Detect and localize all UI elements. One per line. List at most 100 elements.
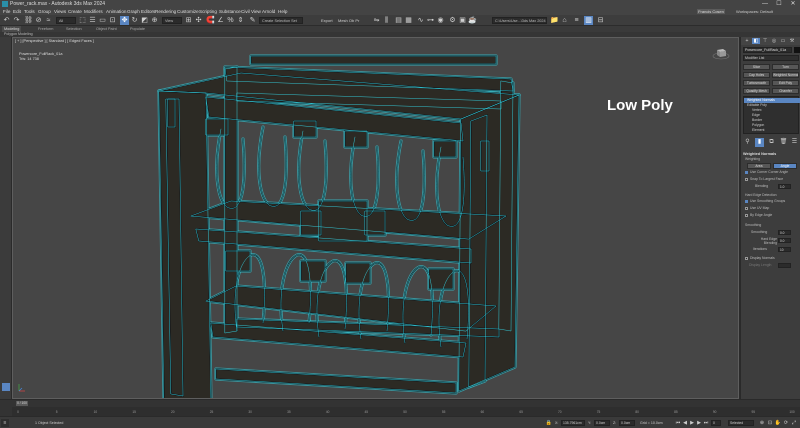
close-button[interactable]: ✕	[786, 0, 800, 8]
stack-item-element[interactable]: Element	[744, 128, 800, 133]
region-select-icon[interactable]: ▭	[98, 16, 107, 25]
select-object-icon[interactable]: ⬚	[78, 16, 87, 25]
named-selection-set-dropdown[interactable]: Create Selection Set	[259, 17, 303, 24]
use-smoothing-groups-radio[interactable]	[745, 200, 748, 203]
undo-icon[interactable]: ↶	[2, 16, 11, 25]
set-project-icon[interactable]: ⌂	[560, 16, 569, 25]
hard-edge-blending-spinner[interactable]: 0.0	[778, 238, 791, 243]
select-rotate-icon[interactable]: ↻	[130, 16, 139, 25]
select-scale-icon[interactable]: ◩	[140, 16, 149, 25]
select-by-name-icon[interactable]: ☰	[88, 16, 97, 25]
select-move-icon[interactable]: ✥	[120, 16, 129, 25]
snap-largest-face-checkbox[interactable]	[745, 178, 748, 181]
project-folder-icon[interactable]: 📁	[550, 16, 559, 25]
redo-icon[interactable]: ↷	[12, 16, 21, 25]
zoom-extents-icon[interactable]: ⊡	[766, 419, 774, 427]
layer-manager-icon[interactable]: ≡	[572, 16, 581, 25]
iterations-spinner[interactable]: 10	[778, 247, 791, 252]
curve-editor-icon[interactable]: ∿	[416, 16, 425, 25]
remove-modifier-icon[interactable]: 🗑	[779, 138, 788, 147]
menu-customize[interactable]: Customize	[177, 8, 199, 15]
place-icon[interactable]: ⊕	[150, 16, 159, 25]
align-icon[interactable]: ⫼	[382, 16, 391, 25]
snap-toggle-icon[interactable]: 🧲	[206, 16, 215, 25]
lock-selection-icon[interactable]: 🔒	[545, 419, 553, 427]
weighting-area-option[interactable]: Area	[747, 163, 771, 169]
menu-substance[interactable]: Substance	[219, 8, 241, 15]
render-icon[interactable]: ☕	[468, 16, 477, 25]
motion-tab-icon[interactable]: ◎	[770, 38, 778, 44]
menu-animation[interactable]: Animation	[106, 8, 126, 15]
maximize-button[interactable]: ☐	[772, 0, 786, 8]
toggle-ribbon-icon[interactable]: ▥	[584, 16, 593, 25]
percent-snap-icon[interactable]: %	[226, 16, 235, 25]
modifier-turbosmooth-button[interactable]: Turbosmooth	[743, 80, 770, 86]
object-color-swatch[interactable]	[794, 47, 800, 53]
z-coordinate-field[interactable]: 0.0cm	[619, 420, 635, 426]
pan-icon[interactable]: ✋	[774, 419, 782, 427]
schematic-view-icon[interactable]: ⊶	[426, 16, 435, 25]
unlink-icon[interactable]: ⊘	[34, 16, 43, 25]
menu-group[interactable]: Group	[38, 8, 51, 15]
modifier-quadify-button[interactable]: Quadify Mesh	[743, 88, 770, 94]
rendered-frame-icon[interactable]: ▣	[458, 16, 467, 25]
weighting-angle-option[interactable]: Angle	[773, 163, 797, 169]
sign-in-button[interactable]: Francis Cosen	[697, 9, 725, 14]
modifier-turn-button[interactable]: Turn	[772, 64, 799, 70]
zoom-icon[interactable]: ⊕	[758, 419, 766, 427]
menu-civil-view[interactable]: Civil View	[241, 8, 261, 15]
mirror-icon[interactable]: ⇋	[372, 16, 381, 25]
time-slider[interactable]: 0 / 100	[16, 401, 28, 406]
menu-graph-editors[interactable]: Graph Editors	[127, 8, 155, 15]
window-crossing-icon[interactable]: ⊡	[108, 16, 117, 25]
menu-edit[interactable]: Edit	[13, 8, 21, 15]
select-manipulate-icon[interactable]: ✣	[194, 16, 203, 25]
layer-label[interactable]: Mesh Ob Pr	[338, 17, 359, 24]
selection-filter-dropdown[interactable]: All	[56, 17, 76, 24]
edit-named-selection-icon[interactable]: ✎	[248, 16, 257, 25]
display-tab-icon[interactable]: ▭	[779, 38, 787, 44]
menu-help[interactable]: Help	[278, 8, 287, 15]
current-frame-field[interactable]: 0	[711, 420, 721, 426]
perspective-viewport[interactable]: [ + ] [Perspective ] [ Standard ] [ Edge…	[12, 37, 739, 399]
material-editor-icon[interactable]: ◉	[436, 16, 445, 25]
display-normals-checkbox[interactable]	[745, 257, 748, 260]
key-filter-dropdown[interactable]: Selected	[728, 420, 754, 426]
x-coordinate-field[interactable]: 135.7961cm	[561, 420, 585, 426]
menu-file[interactable]: File	[3, 8, 10, 15]
modifier-edit-poly-button[interactable]: Edit Poly	[772, 80, 799, 86]
display-length-spinner[interactable]	[778, 263, 791, 268]
modifier-weighted-normals-button[interactable]: Weighted Normals	[772, 72, 799, 78]
link-icon[interactable]: ⛓	[24, 16, 33, 25]
show-end-result-icon[interactable]: ▮	[755, 138, 764, 147]
render-setup-icon[interactable]: ⚙	[448, 16, 457, 25]
utilities-tab-icon[interactable]: ⚒	[788, 38, 796, 44]
maxscript-listener-icon[interactable]: ≡	[1, 419, 9, 427]
viewport-layout-icon[interactable]: ⊟	[596, 16, 605, 25]
menu-modifiers[interactable]: Modifiers	[84, 8, 103, 15]
angle-snap-icon[interactable]: ∠	[216, 16, 225, 25]
power-rack-model[interactable]	[13, 38, 739, 399]
menu-rendering[interactable]: Rendering	[155, 8, 176, 15]
project-path-dropdown[interactable]: C:\Users\Use...\3ds Max 2024	[492, 17, 547, 24]
menu-tools[interactable]: Tools	[24, 8, 35, 15]
maximize-viewport-icon[interactable]: ⤢	[790, 419, 798, 427]
menu-create[interactable]: Create	[68, 8, 82, 15]
orbit-icon[interactable]: ⟳	[782, 419, 790, 427]
modifier-cap-holes-button[interactable]: Cap Holes	[743, 72, 770, 78]
bind-space-warp-icon[interactable]: ≈	[44, 16, 53, 25]
use-corner-checkbox[interactable]	[745, 171, 748, 174]
pin-stack-icon[interactable]: ⚲	[743, 138, 752, 147]
layer-explorer-icon[interactable]: ▤	[394, 16, 403, 25]
menu-views[interactable]: Views	[54, 8, 66, 15]
by-edge-angle-radio[interactable]	[745, 214, 748, 217]
use-uv-map-radio[interactable]	[745, 207, 748, 210]
layout-tab-icon[interactable]	[2, 383, 10, 391]
object-name-field[interactable]: Powercore_FullRack_01a	[743, 47, 792, 53]
configure-sets-icon[interactable]: ☰	[790, 138, 799, 147]
spinner-snap-icon[interactable]: ⇕	[236, 16, 245, 25]
hierarchy-tab-icon[interactable]: ⊤	[761, 38, 769, 44]
reference-coordinate-dropdown[interactable]: View	[162, 17, 182, 24]
scene-explorer-icon[interactable]: ▦	[404, 16, 413, 25]
minimize-button[interactable]: —	[758, 0, 772, 8]
